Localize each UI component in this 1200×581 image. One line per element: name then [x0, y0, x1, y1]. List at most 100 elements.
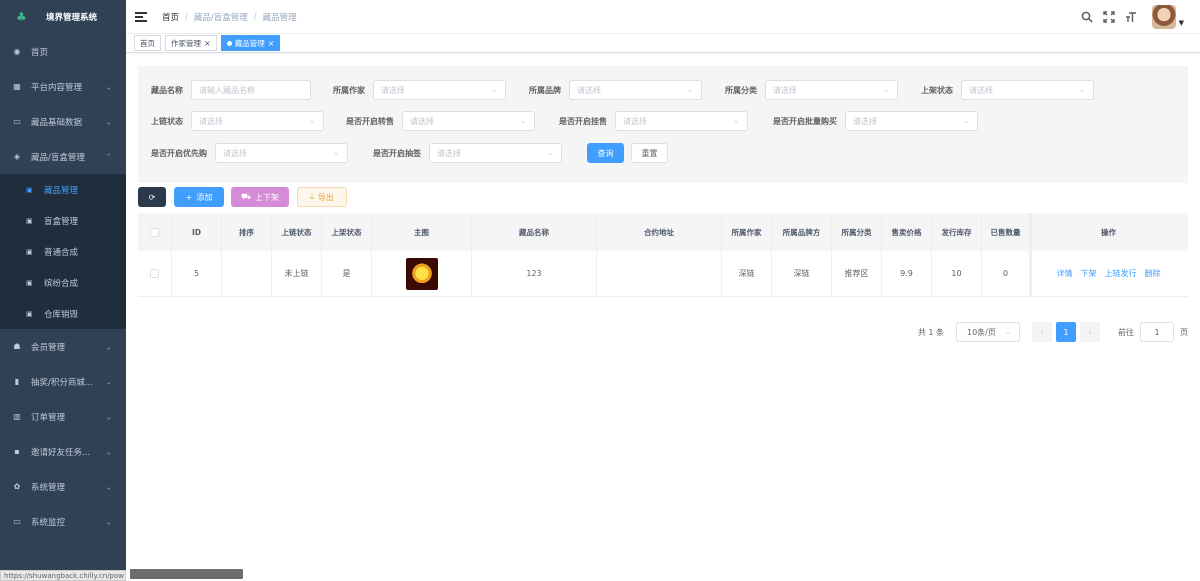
- category-select[interactable]: 请选择 ⌄: [765, 80, 898, 100]
- consign-select[interactable]: 请选择 ⌄: [615, 111, 748, 131]
- sidebar-item-label: 藏品管理: [44, 185, 79, 196]
- author-select[interactable]: 请选择 ⌄: [373, 80, 506, 100]
- horizontal-scrollbar[interactable]: [130, 569, 243, 579]
- column-header: 所属分类: [832, 213, 882, 251]
- page-number[interactable]: 1: [1056, 322, 1076, 342]
- form-label: 是否开启转售: [346, 116, 394, 126]
- breadcrumb: 首页 / 藏品/盲盒管理 / 藏品管理: [162, 11, 297, 23]
- sidebar-item-home[interactable]: ◉ 首页: [0, 34, 126, 69]
- chain-status-select[interactable]: 请选择 ⌄: [191, 111, 324, 131]
- sidebar-item-label: 平台内容管理: [31, 82, 83, 93]
- avatar[interactable]: [1151, 5, 1176, 29]
- form-item-consign: 是否开启挂售 请选择 ⌄: [559, 111, 748, 131]
- button-label: 查询: [597, 148, 614, 158]
- cell-author: 深链: [722, 251, 772, 296]
- chain-publish-link[interactable]: 上链发行: [1105, 268, 1137, 279]
- select-all-checkbox[interactable]: [150, 227, 159, 237]
- batch-buy-select[interactable]: 请选择 ⌄: [845, 111, 978, 131]
- form-item-chain-status: 上链状态 请选择 ⌄: [151, 111, 324, 131]
- collection-name-input[interactable]: 请输入藏品名称: [191, 80, 311, 100]
- hamburger-icon[interactable]: [135, 11, 147, 22]
- search-icon[interactable]: [1080, 10, 1094, 24]
- tags-view: 首页 作家管理 × 藏品管理 ×: [126, 34, 1200, 53]
- query-button[interactable]: 查询: [587, 143, 624, 163]
- sidebar-item-invite-tasks[interactable]: ▪ 邀请好友任务... ⌄: [0, 434, 126, 469]
- next-page-button[interactable]: ›: [1080, 322, 1100, 342]
- close-icon[interactable]: ×: [204, 39, 211, 48]
- column-header: 操作: [1101, 227, 1116, 237]
- form-item-brand: 所属品牌 请选择 ⌄: [529, 80, 702, 100]
- cell-category: 推荐区: [832, 251, 882, 296]
- refresh-icon: ⟳: [148, 192, 156, 202]
- prev-page-button[interactable]: ‹: [1032, 322, 1052, 342]
- chevron-down-icon: ⌄: [105, 82, 112, 91]
- unshelf-link[interactable]: 下架: [1081, 268, 1097, 279]
- chevron-down-icon: ⌄: [491, 86, 497, 94]
- breadcrumb-item: 藏品管理: [262, 12, 297, 23]
- sidebar-subitem-colorful-synthesis[interactable]: ▣ 缤纷合成: [0, 267, 126, 298]
- export-button[interactable]: ⤓ 导出: [297, 187, 347, 207]
- row-checkbox[interactable]: [150, 269, 159, 278]
- shelf-toggle-button[interactable]: ⛟ 上下架: [231, 187, 289, 207]
- reset-button[interactable]: 重置: [631, 143, 668, 163]
- sidebar-item-members[interactable]: ☗ 会员管理 ⌄: [0, 329, 126, 364]
- logo[interactable]: ♣ 境界管理系统: [0, 0, 126, 34]
- list-icon: ▪: [14, 447, 20, 456]
- sidebar-item-collection-blindbox[interactable]: ◈ 藏品/盲盒管理 ⌃: [0, 139, 126, 174]
- sidebar-subitem-normal-synthesis[interactable]: ▣ 普通合成: [0, 236, 126, 267]
- tag-label: 藏品管理: [234, 38, 265, 48]
- resale-select[interactable]: 请选择 ⌄: [402, 111, 535, 131]
- shelf-status-select[interactable]: 请选择 ⌄: [961, 80, 1094, 100]
- sidebar-menu: ◉ 首页 ▦ 平台内容管理 ⌄ ▭ 藏品基础数据 ⌄ ◈ 藏品/盲盒管理 ⌃ ▣…: [0, 34, 126, 539]
- goto-page-input[interactable]: 1: [1140, 322, 1174, 342]
- breadcrumb-separator: /: [185, 11, 188, 22]
- refresh-button[interactable]: ⟳: [138, 187, 166, 207]
- fullscreen-icon[interactable]: [1102, 10, 1116, 24]
- sidebar-item-orders[interactable]: ▥ 订单管理 ⌄: [0, 399, 126, 434]
- box-icon: ▣: [26, 278, 33, 287]
- sidebar-item-platform-content[interactable]: ▦ 平台内容管理 ⌄: [0, 69, 126, 104]
- sidebar: ♣ 境界管理系统 ◉ 首页 ▦ 平台内容管理 ⌄ ▭ 藏品基础数据 ⌄ ◈ 藏品…: [0, 0, 126, 581]
- sidebar-item-lottery-mall[interactable]: ▮ 抽奖/积分商城... ⌄: [0, 364, 126, 399]
- sidebar-subitem-warehouse-destroy[interactable]: ▣ 仓库销毁: [0, 298, 126, 329]
- breadcrumb-item[interactable]: 首页: [162, 11, 179, 23]
- tag-author-manage[interactable]: 作家管理 ×: [165, 35, 217, 51]
- column-header: 藏品名称: [472, 213, 597, 251]
- detail-link[interactable]: 详情: [1057, 268, 1073, 279]
- tag-label: 作家管理: [171, 38, 201, 48]
- add-button[interactable]: + 添加: [174, 187, 224, 207]
- caret-down-icon[interactable]: ▼: [1179, 19, 1184, 27]
- chevron-down-icon: ⌄: [883, 86, 889, 94]
- close-icon[interactable]: ×: [268, 39, 275, 48]
- page-size-select[interactable]: 10条/页 ⌄: [956, 322, 1020, 342]
- delete-link[interactable]: 删除: [1145, 268, 1161, 279]
- form-label: 是否开启挂售: [559, 116, 607, 126]
- font-size-icon[interactable]: [1124, 10, 1138, 24]
- active-dot: [226, 40, 232, 46]
- tag-home[interactable]: 首页: [134, 35, 161, 51]
- column-header: 上架状态: [322, 213, 372, 251]
- box-icon: ▣: [26, 309, 33, 318]
- calendar-icon: ▦: [13, 82, 21, 91]
- sidebar-item-collection-base[interactable]: ▭ 藏品基础数据 ⌄: [0, 104, 126, 139]
- brand-select[interactable]: 请选择 ⌄: [569, 80, 702, 100]
- sidebar-item-system-monitor[interactable]: ▭ 系统监控 ⌄: [0, 504, 126, 539]
- column-header: 所属作家: [722, 213, 772, 251]
- collection-thumbnail[interactable]: [405, 257, 438, 290]
- priority-buy-select[interactable]: 请选择 ⌄: [215, 143, 348, 163]
- table-header: ID 排序 上链状态 上架状态 主图 藏品名称 合约地址 所属作家 所属品牌方 …: [138, 213, 1188, 251]
- tag-collection-manage[interactable]: 藏品管理 ×: [220, 35, 281, 51]
- select-placeholder: 请选择: [199, 116, 223, 126]
- dashboard-icon: ◉: [13, 47, 21, 56]
- sidebar-subitem-collection[interactable]: ▣ 藏品管理: [0, 174, 126, 205]
- cell-main-image: [372, 251, 472, 296]
- column-header: 已售数量: [982, 213, 1032, 251]
- sidebar-subitem-blindbox[interactable]: ▣ 盲盒管理: [0, 205, 126, 236]
- page-jumper: 前往 1 页: [1118, 322, 1188, 342]
- lottery-select[interactable]: 请选择 ⌄: [429, 143, 562, 163]
- peoples-icon: ☗: [13, 342, 21, 351]
- sidebar-item-system-manage[interactable]: ✿ 系统管理 ⌄: [0, 469, 126, 504]
- chevron-down-icon: ⌄: [733, 117, 739, 125]
- form-label: 所属分类: [725, 85, 757, 95]
- chevron-down-icon: ⌄: [1005, 328, 1011, 336]
